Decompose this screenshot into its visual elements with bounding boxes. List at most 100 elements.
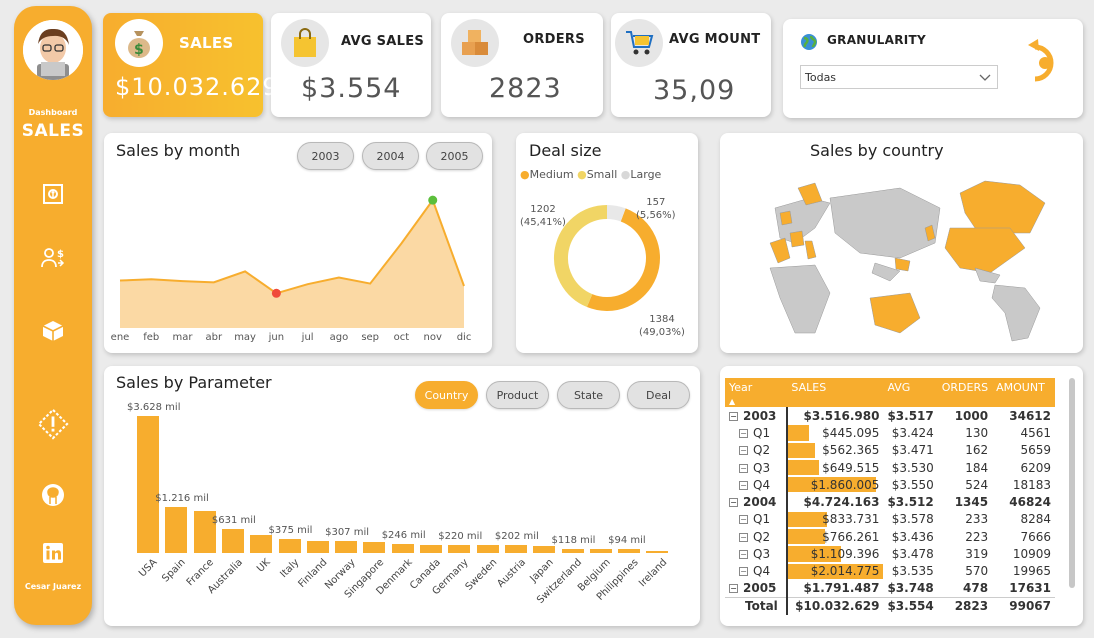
donut-slice-small[interactable] [554, 205, 608, 308]
world-map[interactable] [760, 173, 1060, 343]
collapse-icon[interactable]: − [739, 480, 748, 490]
map-uk[interactable] [779, 210, 793, 226]
map-france[interactable] [789, 230, 805, 248]
bar-singapore[interactable] [363, 542, 386, 553]
year-2005-button[interactable]: 2005 [426, 142, 483, 170]
bar-japan[interactable] [533, 545, 556, 553]
collapse-icon[interactable]: − [729, 411, 738, 421]
collapse-icon[interactable]: − [739, 428, 748, 438]
github-icon[interactable] [37, 479, 69, 511]
collapse-icon[interactable]: − [739, 550, 748, 560]
matrix-sales-value: $445.095 [822, 425, 880, 440]
map-australia[interactable] [869, 292, 921, 334]
map-usa[interactable] [944, 227, 1026, 274]
bar-philippines[interactable] [618, 549, 641, 553]
matrix-sales-value: $4.724.163 [803, 495, 880, 510]
kpi-orders-card: ORDERS 2823 [441, 13, 603, 117]
matrix-orders-cell: 233 [965, 512, 989, 527]
bar-austria[interactable] [504, 545, 527, 553]
matrix-row-label-cell[interactable]: −2003 [725, 407, 787, 424]
matrix-row-label-cell[interactable]: − Q3 [725, 459, 787, 476]
bar-category-label: UK [255, 557, 273, 575]
box-icon[interactable] [37, 315, 69, 347]
bar-denmark[interactable] [391, 543, 414, 553]
reset-icon[interactable] [1025, 33, 1063, 93]
year-2003-button[interactable]: 2003 [297, 142, 354, 170]
collapse-icon[interactable]: − [739, 532, 748, 542]
bar-finland[interactable] [306, 540, 329, 553]
matrix-quarter-row: − Q2 $562.365 $3.471 162 5659 [725, 441, 1055, 459]
map-philippines[interactable] [894, 257, 911, 272]
matrix-row-label-cell[interactable]: − Q4 [725, 563, 787, 580]
matrix-row-label: 2003 [743, 408, 777, 423]
matrix-sales-cell: $4.724.163 [786, 493, 884, 511]
matrix-row-label-cell[interactable]: −2005 [725, 580, 787, 597]
matrix-row-label-cell[interactable]: − Q4 [725, 476, 787, 493]
bar-switzerland[interactable] [561, 548, 584, 553]
bar-value-label: $118 mil [551, 534, 596, 546]
matrix-row-label-cell[interactable]: −2004 [725, 493, 787, 510]
bar-uk[interactable] [250, 534, 273, 553]
matrix-quarter-row: − Q2 $766.261 $3.436 223 7666 [725, 528, 1055, 546]
bar-germany[interactable] [448, 544, 471, 553]
matrix-row-label-cell[interactable]: − Q2 [725, 528, 787, 545]
matrix-header-orders[interactable]: ORDERS [937, 378, 993, 407]
bar-ireland[interactable] [646, 550, 669, 553]
bar-value-label: $375 mil [268, 524, 313, 536]
donut-label-small: 1202 (45,41%) [520, 203, 566, 229]
collapse-icon[interactable]: − [739, 567, 748, 577]
matrix-header-year[interactable]: Year ▲ [725, 378, 788, 407]
donut-slice-large[interactable] [606, 205, 626, 222]
matrix-sales-bar [788, 425, 810, 441]
matrix-row-label-cell[interactable]: − Q1 [725, 424, 787, 441]
donut-slice-medium[interactable] [586, 208, 660, 311]
bar-sweden[interactable] [476, 545, 499, 553]
matrix-orders-cell: 223 [965, 529, 989, 544]
matrix-header-sales[interactable]: SALES [787, 378, 884, 407]
donut-label-small-pct: (45,41%) [520, 217, 566, 228]
matrix-header-avg[interactable]: AVG [883, 378, 938, 407]
bar-spain[interactable] [165, 507, 188, 553]
bar-belgium[interactable] [589, 548, 612, 553]
matrix-sales-value: $2.014.775 [810, 564, 880, 579]
matrix-row-label: 2004 [743, 495, 777, 510]
collapse-icon[interactable]: − [729, 498, 738, 508]
max-marker[interactable] [428, 195, 438, 205]
bar-italy[interactable] [278, 538, 301, 553]
matrix-scrollbar[interactable] [1069, 378, 1075, 588]
alert-diamond-icon[interactable] [37, 408, 69, 440]
linkedin-icon[interactable] [37, 537, 69, 569]
min-marker[interactable] [271, 288, 281, 298]
month-tick-label: nov [424, 332, 442, 343]
map-italy[interactable] [804, 240, 817, 260]
shopping-bag-icon [281, 19, 329, 67]
matrix-header-amount[interactable]: AMOUNT [992, 378, 1055, 407]
sales-by-month-card: Sales by month 2003 2004 2005 ene feb mar a… [104, 133, 492, 353]
bar-norway[interactable] [335, 541, 358, 553]
matrix-quarter-row: − Q4 $1.860.005 $3.550 524 18183 [725, 476, 1055, 494]
matrix-orders-cell: 570 [965, 564, 989, 579]
matrix-sales-value: $833.731 [822, 512, 880, 527]
collapse-icon[interactable]: − [739, 446, 748, 456]
matrix-sales-cell: $1.109.396 [786, 545, 884, 563]
matrix-row-label-cell[interactable]: − Q1 [725, 511, 787, 528]
matrix-amount-cell: 8284 [1020, 512, 1051, 527]
year-2004-button[interactable]: 2004 [362, 142, 419, 170]
bar-canada[interactable] [420, 544, 442, 553]
sales-area [120, 200, 464, 328]
users-dollar-icon[interactable]: $ [37, 242, 69, 274]
matrix-row-label-cell[interactable]: − Q2 [725, 442, 787, 459]
bar-value-label: $202 mil [494, 531, 539, 543]
matrix-year-row: −2005 $1.791.487 $3.748 478 17631 [725, 579, 1055, 598]
money-icon[interactable] [37, 178, 69, 210]
map-canada[interactable] [959, 180, 1046, 234]
collapse-icon[interactable]: − [729, 584, 738, 594]
bar-usa[interactable] [137, 416, 159, 553]
collapse-icon[interactable]: − [739, 515, 748, 525]
bar-australia[interactable] [221, 529, 244, 553]
map-spain[interactable] [769, 237, 791, 264]
matrix-row-label-cell[interactable]: − Q3 [725, 545, 787, 562]
granularity-select[interactable]: Todas [800, 65, 998, 89]
collapse-icon[interactable]: − [739, 463, 748, 473]
matrix-sales-value: $1.860.005 [810, 477, 880, 492]
